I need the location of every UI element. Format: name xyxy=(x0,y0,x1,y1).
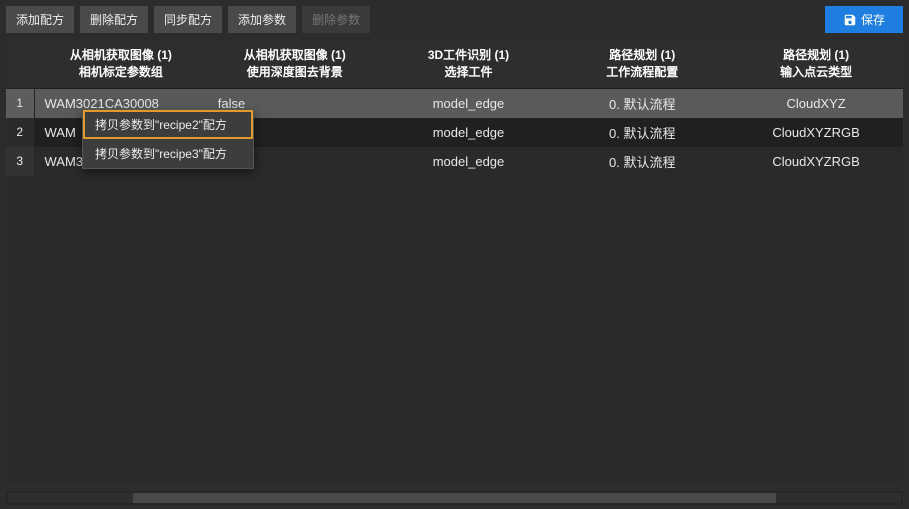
cell[interactable]: 0. 默认流程 xyxy=(555,88,729,118)
col-header-2-line2: 选择工件 xyxy=(386,64,552,81)
delete-param-button: 删除参数 xyxy=(302,6,370,33)
h-scroll-thumb[interactable] xyxy=(133,493,776,503)
toolbar: 添加配方 删除配方 同步配方 添加参数 删除参数 保存 xyxy=(0,0,909,39)
table-container: 从相机获取图像 (1) 相机标定参数组 从相机获取图像 (1) 使用深度图去背景… xyxy=(6,41,903,483)
cell[interactable]: CloudXYZRGB xyxy=(729,147,903,176)
table-scroll[interactable]: 从相机获取图像 (1) 相机标定参数组 从相机获取图像 (1) 使用深度图去背景… xyxy=(6,41,903,483)
col-header-1[interactable]: 从相机获取图像 (1) 使用深度图去背景 xyxy=(208,41,382,88)
context-menu-item-copy-recipe3[interactable]: 拷贝参数到"recipe3"配方 xyxy=(83,139,253,168)
h-scroll-track xyxy=(8,493,901,503)
row-number: 3 xyxy=(6,147,34,176)
col-header-3-line1: 路径规划 (1) xyxy=(559,47,725,64)
cell[interactable]: 0. 默认流程 xyxy=(555,147,729,176)
app-root: 添加配方 删除配方 同步配方 添加参数 删除参数 保存 xyxy=(0,0,909,509)
col-header-0-line1: 从相机获取图像 (1) xyxy=(38,47,204,64)
col-header-2-line1: 3D工件识别 (1) xyxy=(386,47,552,64)
col-header-4[interactable]: 路径规划 (1) 输入点云类型 xyxy=(729,41,903,88)
sync-recipes-button[interactable]: 同步配方 xyxy=(154,6,222,33)
col-header-1-line2: 使用深度图去背景 xyxy=(212,64,378,81)
delete-recipe-button[interactable]: 删除配方 xyxy=(80,6,148,33)
add-recipe-button[interactable]: 添加配方 xyxy=(6,6,74,33)
horizontal-scrollbar[interactable] xyxy=(6,491,903,505)
col-header-3-line2: 工作流程配置 xyxy=(559,64,725,81)
col-header-4-line2: 输入点云类型 xyxy=(733,64,899,81)
cell[interactable]: model_edge xyxy=(382,147,556,176)
cell[interactable]: model_edge xyxy=(382,118,556,147)
col-header-0[interactable]: 从相机获取图像 (1) 相机标定参数组 xyxy=(34,41,208,88)
col-header-2[interactable]: 3D工件识别 (1) 选择工件 xyxy=(382,41,556,88)
row-number: 1 xyxy=(6,88,34,118)
save-button[interactable]: 保存 xyxy=(825,6,903,33)
col-header-4-line1: 路径规划 (1) xyxy=(733,47,899,64)
add-param-button[interactable]: 添加参数 xyxy=(228,6,296,33)
context-menu: 拷贝参数到"recipe2"配方 拷贝参数到"recipe3"配方 xyxy=(82,109,254,169)
col-header-0-line2: 相机标定参数组 xyxy=(38,64,204,81)
row-number: 2 xyxy=(6,118,34,147)
cell[interactable]: 0. 默认流程 xyxy=(555,118,729,147)
cell[interactable]: CloudXYZ xyxy=(729,88,903,118)
save-icon xyxy=(843,13,857,27)
col-header-num xyxy=(6,41,34,88)
cell[interactable]: model_edge xyxy=(382,88,556,118)
save-button-label: 保存 xyxy=(861,11,885,28)
cell[interactable]: CloudXYZRGB xyxy=(729,118,903,147)
col-header-1-line1: 从相机获取图像 (1) xyxy=(212,47,378,64)
col-header-3[interactable]: 路径规划 (1) 工作流程配置 xyxy=(555,41,729,88)
table-header-row: 从相机获取图像 (1) 相机标定参数组 从相机获取图像 (1) 使用深度图去背景… xyxy=(6,41,903,88)
context-menu-item-copy-recipe2[interactable]: 拷贝参数到"recipe2"配方 xyxy=(83,110,253,139)
